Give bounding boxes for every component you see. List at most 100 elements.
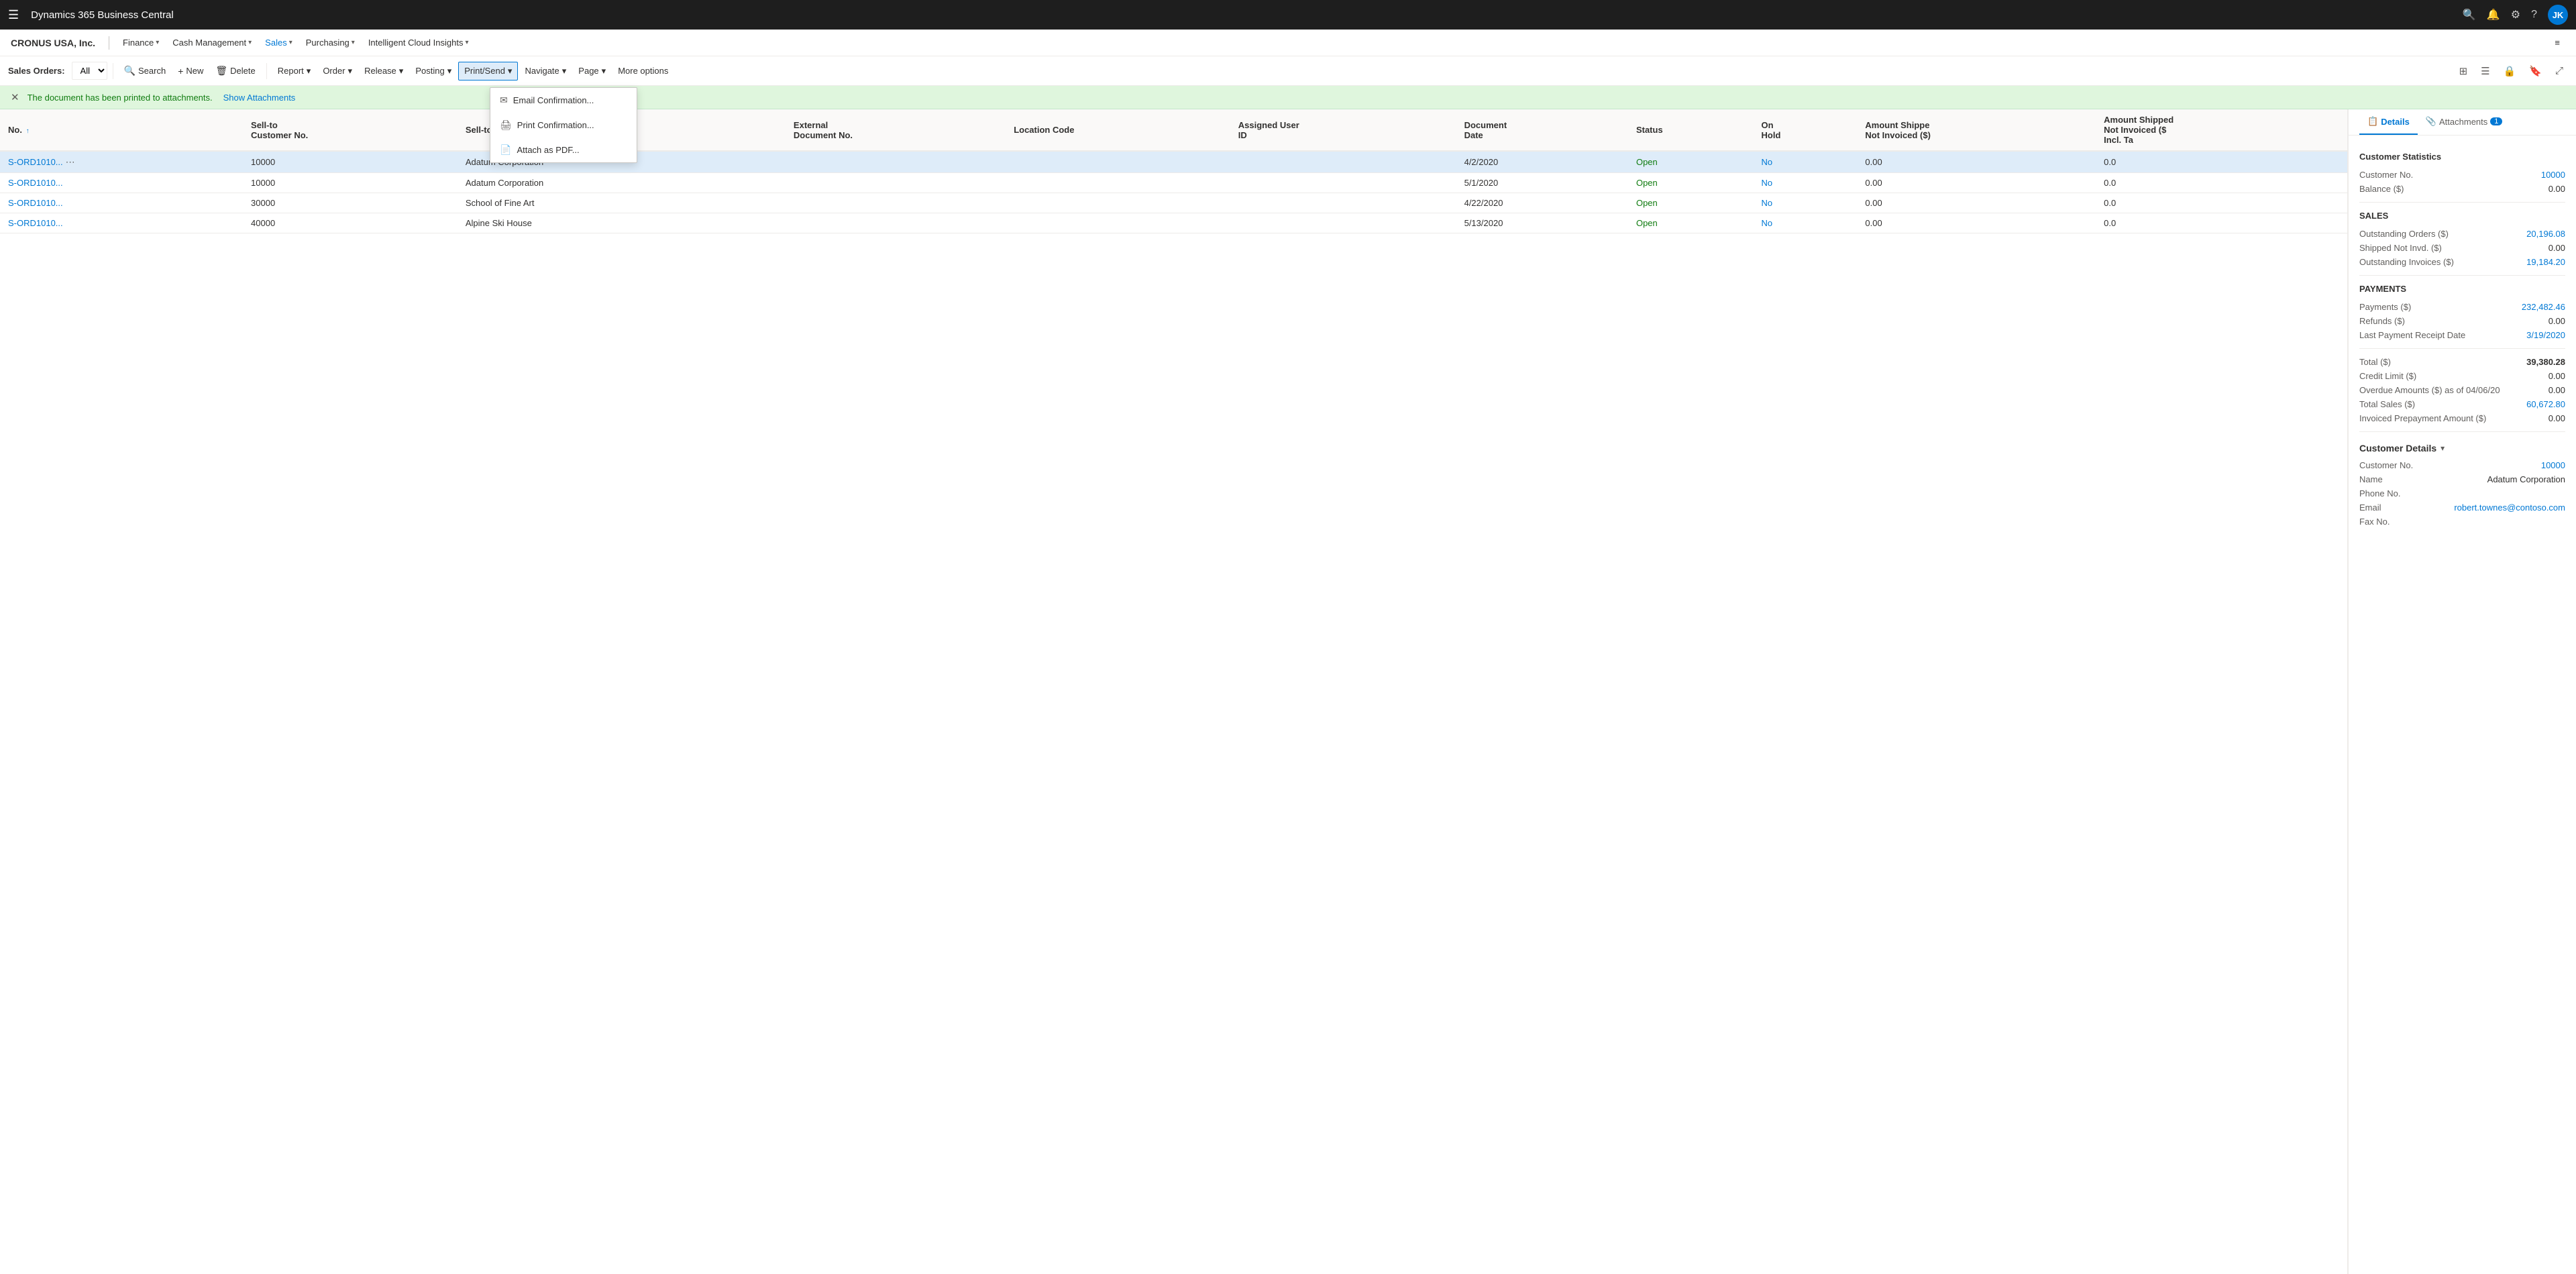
details-tab-label: Details — [2381, 117, 2410, 127]
nav-label-cloud-insights: Intelligent Cloud Insights — [368, 38, 464, 48]
refunds-label: Refunds ($) — [2359, 316, 2548, 326]
table-cell: 40000 — [243, 213, 458, 233]
tab-attachments[interactable]: 📎 Attachments 1 — [2418, 109, 2511, 135]
expand-icon[interactable]: ⤢ — [2551, 62, 2568, 80]
search-icon[interactable]: 🔍 — [2463, 8, 2476, 21]
chevron-down-icon: ▾ — [447, 66, 452, 76]
nav-item-cloud-insights[interactable]: Intelligent Cloud Insights ▾ — [363, 35, 474, 50]
col-header-status[interactable]: Status — [1628, 109, 1754, 151]
table-row[interactable]: S-ORD1010...40000Alpine Ski House5/13/20… — [0, 213, 2347, 233]
alert-link[interactable]: Show Attachments — [223, 93, 296, 103]
table-cell[interactable]: S-ORD1010... — [0, 193, 243, 213]
lock-icon[interactable]: 🔒 — [2499, 62, 2521, 81]
table-cell: 5/1/2020 — [1456, 173, 1628, 193]
app-title: Dynamics 365 Business Central — [31, 9, 2456, 21]
order-button[interactable]: Order ▾ — [317, 62, 358, 80]
help-icon[interactable]: ? — [2531, 9, 2537, 21]
last-payment-value[interactable]: 3/19/2020 — [2526, 330, 2565, 340]
col-header-amount-shipped-not-invoiced-incl-tax[interactable]: Amount ShippedNot Invoiced ($Incl. Ta — [2096, 109, 2347, 151]
cust-details-email-value[interactable]: robert.townes@contoso.com — [2454, 502, 2565, 513]
col-header-assigned-user-id[interactable]: Assigned UserID — [1230, 109, 1456, 151]
posting-button[interactable]: Posting ▾ — [410, 62, 457, 80]
user-avatar[interactable]: JK — [2548, 5, 2568, 25]
detail-panel: 📋 Details 📎 Attachments 1 Customer Stati… — [2348, 109, 2576, 1274]
page-label: Sales Orders: — [8, 66, 65, 76]
delete-button[interactable]: 🗑 Delete — [210, 62, 260, 80]
details-icon: 📋 — [2367, 116, 2378, 127]
refunds-value: 0.00 — [2548, 316, 2565, 326]
email-confirmation-item[interactable]: ✉ Email Confirmation... — [490, 88, 637, 113]
col-header-external-document-no[interactable]: ExternalDocument No. — [786, 109, 1006, 151]
new-button[interactable]: + New — [172, 62, 209, 80]
customer-no-value[interactable]: 10000 — [2541, 170, 2565, 180]
more-options-button[interactable]: More options — [612, 62, 674, 79]
release-button[interactable]: Release ▾ — [359, 62, 409, 80]
payments-value[interactable]: 232,482.46 — [2522, 302, 2565, 312]
report-button[interactable]: Report ▾ — [272, 62, 317, 80]
table-cell[interactable]: S-ORD1010... — [0, 173, 243, 193]
attach-as-pdf-item[interactable]: 📄 Attach as PDF... — [490, 138, 637, 162]
print-confirmation-item[interactable]: 🖨 Print Confirmation... — [490, 113, 637, 138]
total-sales-value[interactable]: 60,672.80 — [2526, 399, 2565, 409]
table-cell — [786, 151, 1006, 173]
divider-2 — [2359, 275, 2565, 276]
table-cell[interactable]: S-ORD1010...⋯ — [0, 151, 243, 173]
col-header-amount-shipped-not-invoiced[interactable]: Amount ShippeNot Invoiced ($) — [1857, 109, 2096, 151]
table-cell — [1230, 151, 1456, 173]
invoiced-prepayment-label: Invoiced Prepayment Amount ($) — [2359, 413, 2548, 423]
outstanding-invoices-row: Outstanding Invoices ($) 19,184.20 — [2359, 257, 2565, 267]
nav-item-sales[interactable]: Sales ▾ — [260, 35, 298, 50]
settings-icon[interactable]: ⚙ — [2511, 8, 2520, 21]
col-header-no[interactable]: No. ↑ — [0, 109, 243, 151]
cust-details-phone-row: Phone No. — [2359, 488, 2565, 498]
table-cell — [1006, 193, 1230, 213]
col-header-location-code[interactable]: Location Code — [1006, 109, 1230, 151]
outstanding-orders-value[interactable]: 20,196.08 — [2526, 229, 2565, 239]
filter-icon[interactable]: ⊞ — [2455, 62, 2473, 81]
bell-icon[interactable]: 🔔 — [2487, 8, 2500, 21]
table-row[interactable]: S-ORD1010...30000School of Fine Art4/22/… — [0, 193, 2347, 213]
list-view-icon[interactable]: ☰ — [2476, 62, 2494, 81]
table-cell — [1230, 193, 1456, 213]
company-name: CRONUS USA, Inc. — [11, 38, 95, 48]
nav-item-finance[interactable]: Finance ▾ — [117, 35, 164, 50]
search-button[interactable]: 🔍 Search — [119, 62, 172, 80]
col-header-sell-to-customer-no[interactable]: Sell-toCustomer No. — [243, 109, 458, 151]
attachments-icon: 📎 — [2426, 116, 2436, 127]
payments-section-title: PAYMENTS — [2359, 284, 2565, 294]
total-label: Total ($) — [2359, 357, 2526, 367]
table-cell: 10000 — [243, 173, 458, 193]
table-cell[interactable]: S-ORD1010... — [0, 213, 243, 233]
table-cell — [1230, 173, 1456, 193]
nav-more-button[interactable]: ≡ — [2549, 35, 2565, 50]
table-cell: 5/13/2020 — [1456, 213, 1628, 233]
col-header-document-date[interactable]: DocumentDate — [1456, 109, 1628, 151]
cust-details-customer-no-value[interactable]: 10000 — [2541, 460, 2565, 470]
table-cell: Adatum Corporation — [458, 173, 786, 193]
chevron-down-icon: ▾ — [348, 66, 353, 76]
page-button[interactable]: Page ▾ — [573, 62, 611, 80]
row-action-icon[interactable]: ⋯ — [66, 156, 75, 167]
table-cell — [786, 173, 1006, 193]
bookmark-icon[interactable]: 🔖 — [2524, 62, 2546, 81]
chevron-down-icon: ▾ — [156, 39, 159, 46]
col-header-on-hold[interactable]: OnHold — [1754, 109, 1858, 151]
navigate-button[interactable]: Navigate ▾ — [519, 62, 572, 80]
hamburger-icon[interactable]: ☰ — [8, 8, 19, 22]
cust-details-customer-no-label: Customer No. — [2359, 460, 2541, 470]
customer-details-chevron[interactable]: ▾ — [2440, 443, 2445, 453]
cust-details-phone-label: Phone No. — [2359, 488, 2565, 498]
print-send-button[interactable]: Print/Send ▾ — [458, 62, 518, 81]
table-row[interactable]: S-ORD1010...⋯10000Adatum Corporation4/2/… — [0, 151, 2347, 173]
nav-item-purchasing[interactable]: Purchasing ▾ — [301, 35, 360, 50]
nav-label-cash-management: Cash Management — [172, 38, 246, 48]
outstanding-invoices-label: Outstanding Invoices ($) — [2359, 257, 2526, 267]
total-row: Total ($) 39,380.28 — [2359, 357, 2565, 367]
alert-close-button[interactable]: ✕ — [11, 91, 19, 103]
table-row[interactable]: S-ORD1010...10000Adatum Corporation 5/1/2… — [0, 173, 2347, 193]
outstanding-invoices-value[interactable]: 19,184.20 — [2526, 257, 2565, 267]
tab-details[interactable]: 📋 Details — [2359, 109, 2418, 135]
filter-dropdown[interactable]: All — [72, 62, 107, 80]
nav-item-cash-management[interactable]: Cash Management ▾ — [167, 35, 257, 50]
chevron-down-icon: ▾ — [508, 66, 513, 76]
